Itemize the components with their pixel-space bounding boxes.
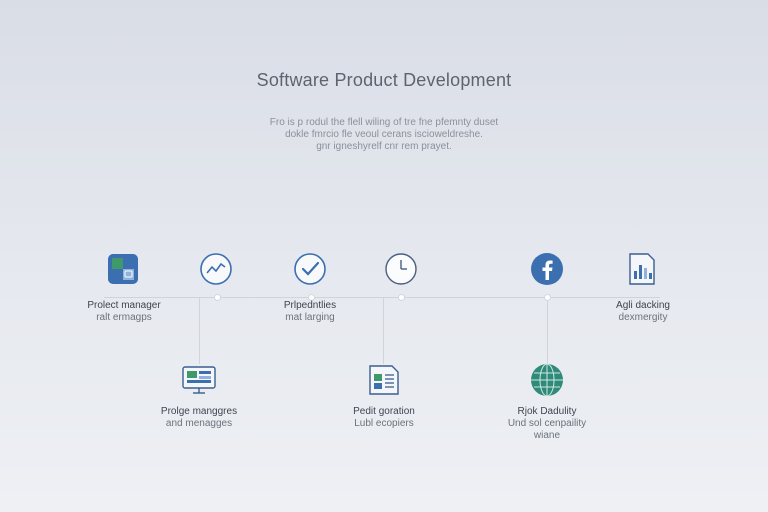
timeline-axis bbox=[104, 297, 660, 298]
timeline-dot bbox=[544, 294, 551, 301]
node-desc: wiane bbox=[533, 430, 561, 441]
node-title: Prolect manager bbox=[87, 300, 161, 311]
check-circle-icon bbox=[292, 251, 328, 287]
node-desc: Lubl ecopiers bbox=[354, 418, 414, 429]
facebook-icon bbox=[529, 251, 565, 287]
connector-line bbox=[547, 298, 548, 364]
connector-line bbox=[199, 298, 200, 364]
timeline-dot bbox=[214, 294, 221, 301]
node-desc: dexmergity bbox=[618, 312, 668, 323]
node-desc: mat larging bbox=[285, 312, 335, 323]
project-manager-icon bbox=[105, 251, 141, 287]
node-desc: Und sol cenpaility bbox=[507, 418, 587, 429]
subtitle-line: gnr igneshyrelf cnr rem prayet. bbox=[316, 141, 452, 152]
node-label: Rjok Dadulity Und sol cenpaility wiane bbox=[477, 406, 617, 442]
node-desc: ralt ermagps bbox=[96, 312, 152, 323]
clock-icon bbox=[383, 251, 419, 287]
trend-chart-icon bbox=[198, 251, 234, 287]
agile-document-icon bbox=[624, 251, 660, 287]
connector-line bbox=[383, 298, 384, 364]
page-title: Software Product Development bbox=[256, 70, 512, 90]
document-list-icon bbox=[366, 362, 402, 398]
globe-icon bbox=[529, 362, 565, 398]
node-label: Agli dacking dexmergity bbox=[573, 300, 713, 324]
node-title: Rjok Dadulity bbox=[517, 406, 577, 417]
node-desc: and menagges bbox=[165, 418, 233, 429]
node-title: Agli dacking bbox=[616, 300, 670, 311]
node-label: Prolge manggres and menagges bbox=[129, 406, 269, 430]
node-title: Prlpedntlies bbox=[283, 300, 337, 311]
node-title: Pedit goration bbox=[353, 406, 415, 417]
node-label: Prlpedntlies mat larging bbox=[240, 300, 380, 324]
page-subtitle: Fro is p rodul the flell wiling of tre f… bbox=[234, 117, 534, 153]
node-label: Prolect manager ralt ermagps bbox=[54, 300, 194, 324]
subtitle-line: dokle fmrcio fle veoul cerans iscioweldr… bbox=[285, 129, 483, 140]
timeline-dot bbox=[398, 294, 405, 301]
subtitle-line: Fro is p rodul the flell wiling of tre f… bbox=[269, 117, 499, 128]
node-label: Pedit goration Lubl ecopiers bbox=[314, 406, 454, 430]
monitor-dashboard-icon bbox=[181, 362, 217, 398]
node-title: Prolge manggres bbox=[160, 406, 238, 417]
